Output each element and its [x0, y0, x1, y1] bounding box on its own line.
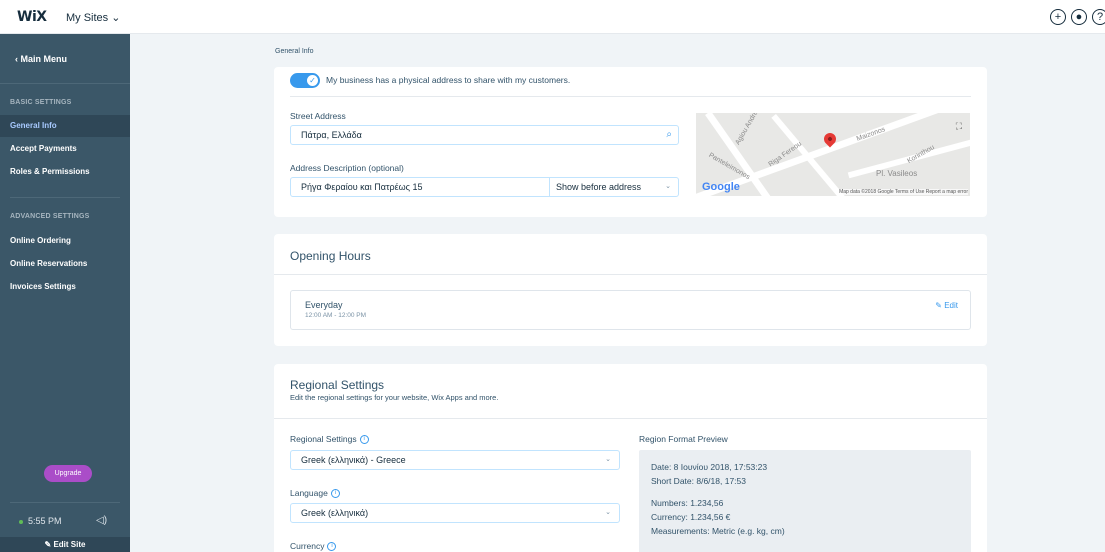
show-position-value: Show before address — [556, 182, 642, 192]
regional-settings-subtitle: Edit the regional settings for your webs… — [290, 393, 499, 402]
info-icon[interactable]: i — [327, 542, 337, 552]
sidebar-item-invoices-settings[interactable]: Invoices Settings — [0, 276, 130, 298]
pencil-icon: ✎ — [935, 301, 945, 310]
map-street-label: Agiou Andreou — [734, 113, 764, 147]
divider — [290, 96, 971, 97]
info-icon[interactable]: i — [359, 435, 369, 445]
google-logo: Google — [702, 181, 740, 193]
preview-numbers: Numbers: 1.234,56 — [651, 498, 724, 508]
page-title: General Info — [275, 48, 314, 55]
my-sites-dropdown[interactable]: My Sites ⌄ — [66, 11, 120, 24]
advanced-settings-heading: ADVANCED SETTINGS — [10, 213, 90, 220]
regional-settings-value: Greek (ελληνικά) - Greece — [301, 455, 406, 465]
chevron-down-icon: ⌄ — [605, 456, 611, 463]
basic-settings-heading: BASIC SETTINGS — [10, 99, 72, 106]
hours-row: Everyday 12:00 AM - 12:00 PM ✎ Edit — [290, 290, 971, 330]
address-description-input[interactable]: Ρήγα Φεραίου και Πατρέως 15 Show before … — [290, 177, 679, 197]
help-icon[interactable]: ? — [1092, 9, 1105, 25]
regional-settings-title: Regional Settings — [290, 378, 385, 392]
sidebar-divider — [10, 197, 120, 198]
preview-short-date: Short Date: 8/6/18, 17:53 — [651, 476, 746, 486]
preview-measurements: Measurements: Metric (e.g. kg, cm) — [651, 526, 785, 536]
hours-time: 12:00 AM - 12:00 PM — [305, 312, 367, 319]
sidebar-item-online-reservations[interactable]: Online Reservations — [0, 253, 130, 275]
map-attribution[interactable]: Map data ©2018 Google Terms of Use Repor… — [839, 189, 968, 195]
edit-hours-button[interactable]: ✎ Edit — [935, 301, 958, 310]
preview-date: Date: 8 Ιουνίου 2018, 17:53:23 — [651, 462, 768, 472]
address-card: ✓ My business has a physical address to … — [274, 67, 987, 217]
top-bar: WiX My Sites ⌄ + ● ? — [0, 0, 1105, 34]
check-icon: ✓ — [307, 75, 318, 86]
currency-label-text: Currency — [290, 541, 325, 551]
address-description-label: Address Description (optional) — [290, 163, 404, 173]
info-icon[interactable]: i — [330, 489, 340, 499]
wix-logo[interactable]: WiX — [17, 9, 47, 25]
edit-hours-label: Edit — [944, 301, 958, 310]
plus-icon[interactable]: + — [1050, 9, 1066, 25]
hours-day: Everyday — [305, 300, 343, 310]
main-menu-button[interactable]: ‹ Main Menu — [0, 34, 130, 84]
online-status-dot — [19, 519, 23, 524]
map-street-label: Pl. Vasileos — [876, 169, 918, 178]
regional-settings-card: Regional Settings Edit the regional sett… — [274, 364, 987, 552]
speaker-icon[interactable]: ◁) — [96, 515, 107, 526]
sidebar-item-accept-payments[interactable]: Accept Payments — [0, 138, 130, 160]
search-icon[interactable]: ⌕ — [666, 126, 672, 144]
physical-address-toggle[interactable]: ✓ — [290, 73, 320, 88]
edit-site-label: Edit Site — [53, 540, 86, 549]
physical-address-label: My business has a physical address to sh… — [326, 75, 571, 85]
currency-label: Currency i — [290, 541, 337, 552]
chevron-down-icon: ⌄ — [605, 509, 611, 516]
chevron-down-icon: ⌄ — [665, 183, 671, 190]
street-address-value: Πάτρα, Ελλάδα — [301, 130, 362, 140]
map-street-label: Maizonos — [855, 126, 887, 143]
clock-time: 5:55 PM — [28, 516, 62, 526]
street-address-input[interactable]: Πάτρα, Ελλάδα ⌕ — [290, 125, 679, 145]
language-value: Greek (ελληνικά) — [301, 508, 369, 518]
edit-site-button[interactable]: ✎ Edit Site — [0, 537, 130, 552]
regional-settings-select[interactable]: Greek (ελληνικά) - Greece ⌄ — [290, 450, 620, 470]
fullscreen-icon[interactable]: ⛶ — [956, 121, 962, 132]
regional-settings-label: Regional Settings i — [290, 434, 369, 445]
opening-hours-card: Opening Hours Everyday 12:00 AM - 12:00 … — [274, 234, 987, 346]
language-select[interactable]: Greek (ελληνικά) ⌄ — [290, 503, 620, 523]
notifications-icon[interactable]: ● — [1071, 9, 1087, 25]
sidebar-item-online-ordering[interactable]: Online Ordering — [0, 230, 130, 252]
language-label-text: Language — [290, 488, 328, 498]
location-map[interactable]: Agiou Andreou Maizonos Riga Fereou Pl. V… — [696, 113, 970, 196]
main-menu-label: ‹ Main Menu — [15, 54, 67, 64]
clock: 5:55 PM — [19, 516, 62, 526]
preview-currency: Currency: 1.234,56 € — [651, 512, 731, 522]
language-label: Language i — [290, 488, 340, 499]
opening-hours-title: Opening Hours — [290, 249, 371, 263]
region-format-preview-label: Region Format Preview — [639, 434, 728, 444]
divider — [274, 418, 987, 419]
upgrade-button[interactable]: Upgrade — [44, 465, 92, 482]
sidebar-item-roles-permissions[interactable]: Roles & Permissions — [0, 161, 130, 183]
region-format-preview: Date: 8 Ιουνίου 2018, 17:53:23 Short Dat… — [639, 450, 971, 552]
sidebar-divider — [10, 502, 120, 503]
sidebar-item-general-info[interactable]: General Info — [0, 115, 130, 137]
divider — [274, 274, 987, 275]
address-description-value: Ρήγα Φεραίου και Πατρέως 15 — [301, 182, 423, 192]
regional-settings-label-text: Regional Settings — [290, 434, 357, 444]
street-address-label: Street Address — [290, 111, 346, 121]
sidebar: ‹ Main Menu BASIC SETTINGS General Info … — [0, 34, 130, 552]
show-position-select[interactable]: Show before address ⌄ — [549, 178, 679, 196]
